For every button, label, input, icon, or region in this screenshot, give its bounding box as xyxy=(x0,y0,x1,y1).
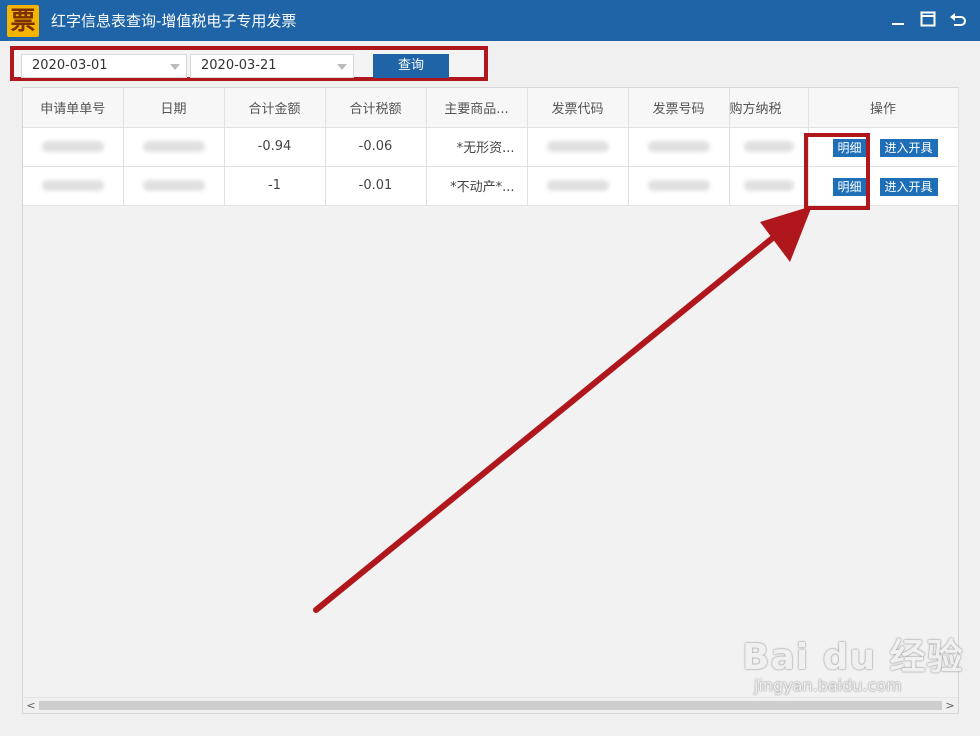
main-goods-cell: *不动产*... xyxy=(426,166,528,206)
column-header-invoice-number[interactable]: 发票号码 xyxy=(628,88,730,128)
total-tax-cell: -0.01 xyxy=(325,166,427,206)
enter-issue-button[interactable]: 进入开具 xyxy=(879,177,938,196)
actions-cell: 明细 进入开具 xyxy=(808,127,959,167)
main-goods-cell: *无形资... xyxy=(426,127,528,167)
column-header-buyer-tax-id[interactable]: 购方纳税 xyxy=(729,88,809,128)
blurred-cell xyxy=(628,166,730,206)
actions-cell: 明细 进入开具 xyxy=(808,166,959,206)
scroll-left-icon[interactable]: < xyxy=(23,698,39,714)
maximize-icon[interactable] xyxy=(918,8,938,30)
blurred-cell xyxy=(527,127,629,167)
column-header-total-tax[interactable]: 合计税额 xyxy=(325,88,427,128)
horizontal-scrollbar[interactable]: < > xyxy=(23,697,958,713)
column-header-date[interactable]: 日期 xyxy=(123,88,225,128)
blurred-cell xyxy=(123,166,225,206)
blurred-cell xyxy=(123,127,225,167)
results-table: 申请单单号 日期 合计金额 合计税额 主要商品... 发票代码 发票号码 购方纳… xyxy=(23,88,959,206)
window-title: 红字信息表查询-增值税电子专用发票 xyxy=(51,12,297,30)
blurred-cell xyxy=(729,127,809,167)
chevron-down-icon xyxy=(337,64,347,70)
detail-button[interactable]: 明细 xyxy=(832,177,867,196)
table-header-row: 申请单单号 日期 合计金额 合计税额 主要商品... 发票代码 发票号码 购方纳… xyxy=(23,88,959,128)
blurred-cell xyxy=(628,127,730,167)
table-row[interactable]: -0.94 -0.06 *无形资... 明细 进入开具 xyxy=(23,127,959,167)
detail-button[interactable]: 明细 xyxy=(832,138,867,157)
column-header-application-no[interactable]: 申请单单号 xyxy=(23,88,124,128)
blurred-cell xyxy=(23,127,124,167)
results-grid: 申请单单号 日期 合计金额 合计税额 主要商品... 发票代码 发票号码 购方纳… xyxy=(22,87,959,714)
scrollbar-thumb[interactable] xyxy=(39,701,942,710)
blurred-cell xyxy=(23,166,124,206)
blurred-cell xyxy=(527,166,629,206)
date-filter-bar: 2020-03-01 2020-03-21 查询 xyxy=(10,46,488,81)
start-date-select[interactable]: 2020-03-01 xyxy=(21,54,187,78)
table-row[interactable]: -1 -0.01 *不动产*... 明细 进入开具 xyxy=(23,166,959,206)
total-amount-cell: -0.94 xyxy=(224,127,326,167)
start-date-value: 2020-03-01 xyxy=(32,58,108,73)
column-header-main-goods[interactable]: 主要商品... xyxy=(426,88,528,128)
app-logo-icon: 票 xyxy=(7,4,39,37)
query-button[interactable]: 查询 xyxy=(373,54,449,78)
column-header-actions: 操作 xyxy=(808,88,959,128)
end-date-value: 2020-03-21 xyxy=(201,58,277,73)
back-icon[interactable] xyxy=(948,8,968,30)
column-header-invoice-code[interactable]: 发票代码 xyxy=(527,88,629,128)
chevron-down-icon xyxy=(170,64,180,70)
total-tax-cell: -0.06 xyxy=(325,127,427,167)
total-amount-cell: -1 xyxy=(224,166,326,206)
column-header-total-amount[interactable]: 合计金额 xyxy=(224,88,326,128)
title-bar: 票 红字信息表查询-增值税电子专用发票 xyxy=(0,0,980,41)
enter-issue-button[interactable]: 进入开具 xyxy=(879,138,938,157)
blurred-cell xyxy=(729,166,809,206)
end-date-select[interactable]: 2020-03-21 xyxy=(190,54,354,78)
minimize-icon[interactable] xyxy=(888,8,908,30)
scroll-right-icon[interactable]: > xyxy=(942,698,958,714)
